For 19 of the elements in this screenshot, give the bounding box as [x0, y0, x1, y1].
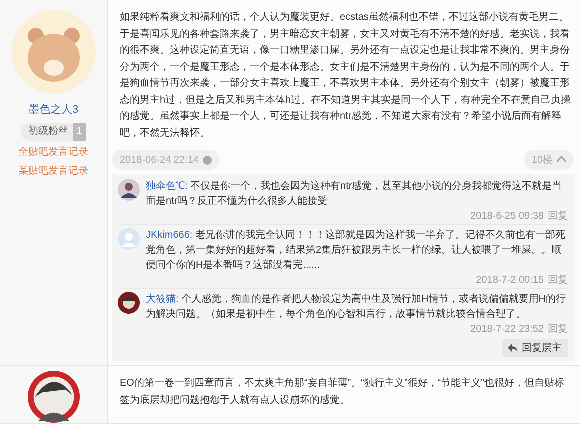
commenter-name[interactable]: 大筱猫: [146, 294, 179, 305]
username-link[interactable]: 墨色之人3 [28, 102, 79, 118]
comment-text: 大筱猫: 个人感觉，狗血的是作者把人物设定为高中生及强行加H情节，或者说偏偏就要用H的行为解决问题。（如果是初中生，每个角色的心智和言行，故事情节就比较合情合理了。 [146, 292, 568, 322]
comment-time: 2018-6-25 09:38 [470, 210, 544, 224]
comment-time: 2018-7-2 00:15 [476, 274, 544, 288]
commenter-name[interactable]: JKkim666: [146, 230, 193, 241]
history-link[interactable]: 某贴吧发言记录 [18, 164, 88, 178]
post-text: 如果纯粹看爽文和福利的话，个人认为魔装更好。ecstas虽然福利也不错，不过这部小说有黄毛男二。于是喜闻乐见的各种套路来袭了，男主暗恋女主朝雾，女主又对黄毛有不清不楚的好感。老实说，我看的很不爽。这种设定简直无语，像一口糖里渗口屎。另外还有一点设定也是让我非常不爽的。男主身份分为两个，一个是魔王形态，一个是本体形态。女主们是不清楚男主身份的，认为是不同的两个人。于是狗血情节再次来袭，一部分女主喜欢上魔王，不喜欢男主本体。另外还有个别女主（朝雾）被魔王形态的男主h过，但是之后又和男主本体h过。在不知道男主其实是同一个人下，有种完全不在意自己贞操的感觉。虽然事实上都是一个人，可还是让我有种ntr感觉，不知道大家有没有？希望小说后面有解释吧，不然无法释怀。 [120, 10, 572, 140]
history-link[interactable]: 全贴吧发言记录 [18, 144, 88, 160]
reply-to-op-button[interactable]: 回复层主 [502, 339, 568, 357]
post-text: EO的第一卷一到四章而言，不太爽主角那“妄自菲薄”。“独行主义”很好，“节能主义”也很好，但自贴标签为底层却把问题抱怨于人就有点人设崩坏的感觉。 [120, 376, 566, 408]
comment-time: 2018-7-22 23:52 [470, 323, 544, 337]
post-time: 2018-06-24 22:14 [120, 154, 199, 168]
floor-number: 10楼 [532, 154, 553, 168]
fan-level-label: 初级粉丝 [28, 124, 70, 139]
comment-text: 独伞色℃: 不仅是你一个，我也会因为这种有ntr感觉，甚至其他小说的分身我都觉得这不就是当面是ntr吗？反正不懂为什么很多人能接受 [146, 180, 564, 209]
commenter-name[interactable]: 独伞色℃: [146, 181, 188, 192]
comment-text: JKkim666: 老兄你讲的我完全认同！！！这部就是因为这样我一半弃了。记得不久前也有一部死党角色，第一集好好的超好看，结果第2集后狂被跟男主长一样的绿。让人被喂了一堆屎。。顺便问个你的H是本番吗？这部没看完...... [146, 228, 566, 273]
level-badge: 1 [72, 122, 86, 140]
